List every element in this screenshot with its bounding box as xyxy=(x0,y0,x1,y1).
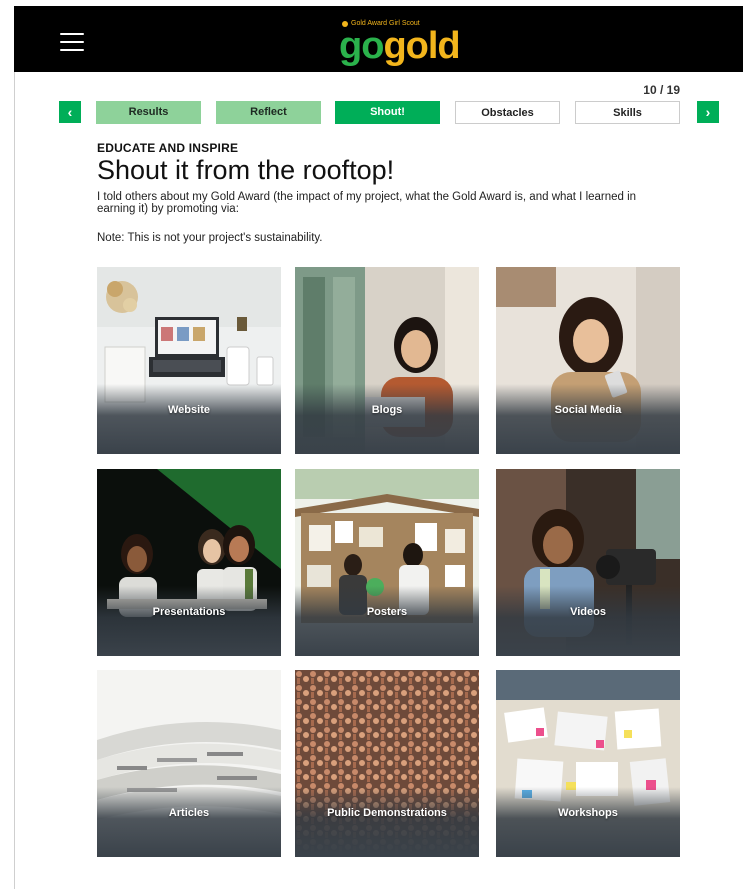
next-step-button[interactable]: › xyxy=(697,101,719,123)
option-label: Posters xyxy=(366,606,408,618)
step-tab-reflect[interactable]: Reflect xyxy=(216,101,321,124)
section-eyebrow: EDUCATE AND INSPIRE xyxy=(97,141,239,155)
option-label: Presentations xyxy=(152,606,226,618)
menu-icon[interactable] xyxy=(60,33,84,51)
option-label: Blogs xyxy=(371,404,403,416)
step-tab-obstacles[interactable]: Obstacles xyxy=(455,101,560,124)
option-presentations[interactable]: Presentations xyxy=(97,469,281,656)
option-label: Articles xyxy=(168,807,210,819)
logo-gold: gold xyxy=(383,25,460,67)
page-description: I told others about my Gold Award (the i… xyxy=(97,191,637,215)
gogold-logo[interactable]: Gold Award Girl Scout gogold xyxy=(339,20,469,68)
step-counter: 10 / 19 xyxy=(643,83,680,97)
option-workshops[interactable]: Workshops xyxy=(496,670,680,857)
step-tab-shout[interactable]: Shout! xyxy=(335,101,440,124)
step-tab-results[interactable]: Results xyxy=(96,101,201,124)
option-label: Workshops xyxy=(558,807,618,819)
top-bar: Gold Award Girl Scout gogold xyxy=(14,6,743,72)
option-social-media[interactable]: Social Media xyxy=(496,267,680,454)
previous-step-button[interactable]: ‹ xyxy=(59,101,81,123)
option-posters[interactable]: Posters xyxy=(295,469,479,656)
option-label: Website xyxy=(168,404,210,416)
option-label: Videos xyxy=(570,606,606,618)
page-note: Note: This is not your project's sustain… xyxy=(97,232,323,244)
option-label: Public Demonstrations xyxy=(327,807,447,819)
option-public-demonstrations[interactable]: Public Demonstrations xyxy=(295,670,479,857)
option-website[interactable]: Website xyxy=(97,267,281,454)
option-blogs[interactable]: Blogs xyxy=(295,267,479,454)
option-videos[interactable]: Videos xyxy=(496,469,680,656)
option-label: Social Media xyxy=(554,404,622,416)
page-frame-edge xyxy=(14,72,15,889)
logo-go: go xyxy=(339,25,384,67)
step-tab-skills[interactable]: Skills xyxy=(575,101,680,124)
option-articles[interactable]: Articles xyxy=(97,670,281,857)
page-title: Shout it from the rooftop! xyxy=(97,155,395,185)
